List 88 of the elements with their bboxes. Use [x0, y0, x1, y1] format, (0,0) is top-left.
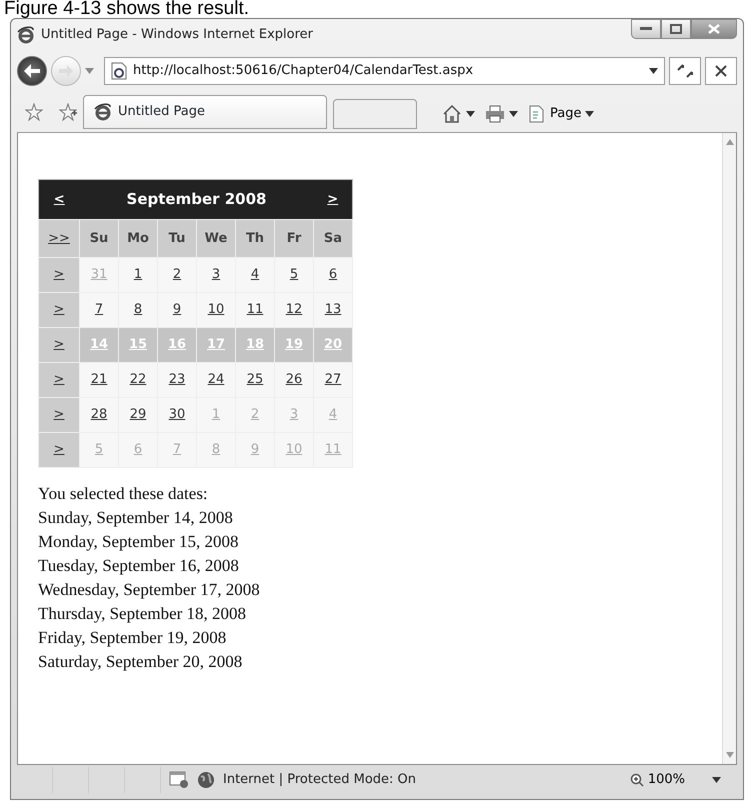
- printer-icon: [485, 105, 505, 123]
- browser-logo-icon: [94, 103, 112, 121]
- close-button[interactable]: [691, 19, 737, 39]
- add-favorite-icon[interactable]: [59, 103, 77, 121]
- selected-date-text: Thursday, September 18, 2008: [38, 603, 246, 625]
- back-button[interactable]: [17, 56, 47, 86]
- close-icon: [708, 24, 720, 34]
- magnifier-icon: [630, 773, 644, 787]
- browser-tab[interactable]: Untitled Page: [83, 95, 327, 129]
- maximize-button[interactable]: [661, 19, 691, 39]
- calendar-day[interactable]: 27: [314, 362, 352, 398]
- select-week-link[interactable]: >: [38, 432, 80, 468]
- forward-arrow-icon: [59, 65, 73, 77]
- scroll-up-icon[interactable]: [726, 139, 734, 145]
- calendar-day[interactable]: 6: [314, 258, 352, 292]
- day-name-header: Fr: [274, 220, 314, 258]
- select-month-link[interactable]: >>: [38, 220, 80, 258]
- page-icon: [528, 105, 546, 123]
- calendar-day[interactable]: 12: [274, 292, 314, 328]
- calendar-day[interactable]: 13: [314, 292, 352, 328]
- calendar-day[interactable]: 7: [80, 292, 118, 328]
- result-heading: You selected these dates:: [38, 483, 208, 505]
- selected-date-text: Saturday, September 20, 2008: [38, 651, 242, 673]
- caret-icon: [509, 111, 518, 117]
- day-name-header: We: [196, 220, 236, 258]
- caret-icon: [466, 111, 475, 117]
- calendar-day[interactable]: 1: [118, 258, 158, 292]
- selected-date-text: Monday, September 15, 2008: [38, 531, 239, 553]
- calendar-day[interactable]: 5: [274, 258, 314, 292]
- security-zone-text: Internet | Protected Mode: On: [223, 771, 416, 790]
- calendar-day[interactable]: 2: [158, 258, 196, 292]
- stop-button[interactable]: [705, 57, 737, 85]
- day-name-header: Su: [80, 220, 118, 258]
- address-field[interactable]: http://localhost:50616/Chapter04/CalendarTest.aspx: [133, 61, 643, 81]
- selected-date-text: Friday, September 19, 2008: [38, 627, 226, 649]
- calendar-day[interactable]: 11: [236, 292, 274, 328]
- page-icon: [111, 62, 127, 80]
- next-month-link[interactable]: >: [314, 180, 352, 220]
- minimize-button[interactable]: [631, 19, 661, 39]
- refresh-button[interactable]: [669, 57, 701, 85]
- day-name-header: Sa: [314, 220, 352, 258]
- day-name-header: Mo: [118, 220, 158, 258]
- back-arrow-icon: [24, 64, 40, 78]
- calendar-day[interactable]: 10: [196, 292, 236, 328]
- selected-date-text: Wednesday, September 17, 2008: [38, 579, 260, 601]
- calendar-day[interactable]: 28: [80, 398, 118, 432]
- previous-month-link[interactable]: <: [38, 180, 80, 220]
- calendar-day[interactable]: 8: [118, 292, 158, 328]
- page-menu[interactable]: Page: [525, 99, 598, 129]
- calendar-day[interactable]: 29: [118, 398, 158, 432]
- selected-date-text: Sunday, September 14, 2008: [38, 507, 233, 529]
- globe-icon: [197, 771, 215, 789]
- maximize-icon: [670, 24, 682, 34]
- day-name-header: Tu: [158, 220, 196, 258]
- calendar-title: September 2008: [80, 180, 314, 220]
- select-week-link[interactable]: >: [38, 328, 80, 362]
- selected-date-text: Tuesday, September 16, 2008: [38, 555, 239, 577]
- calendar-day[interactable]: 22: [118, 362, 158, 398]
- calendar-day[interactable]: 30: [158, 398, 196, 432]
- calendar-day[interactable]: 24: [196, 362, 236, 398]
- address-bar[interactable]: http://localhost:50616/Chapter04/CalendarTest.aspx: [104, 57, 665, 85]
- select-week-link[interactable]: >: [38, 292, 80, 328]
- select-week-link[interactable]: >: [38, 362, 80, 398]
- scrollbar[interactable]: [722, 133, 736, 764]
- home-icon: [442, 105, 462, 123]
- select-week-link[interactable]: >: [38, 258, 80, 292]
- window-title: Untitled Page - Windows Internet Explorer: [41, 26, 314, 44]
- refresh-icon: [677, 64, 693, 78]
- select-week-link[interactable]: >: [38, 398, 80, 432]
- caption-text: Figure 4-13 shows the result.: [3, 0, 250, 18]
- scroll-down-icon[interactable]: [726, 752, 734, 758]
- caret-icon: [585, 111, 594, 117]
- day-name-header: Th: [236, 220, 274, 258]
- caret-icon[interactable]: [649, 68, 658, 74]
- zoom-button[interactable]: 100%: [626, 765, 688, 795]
- popup-blocker-icon[interactable]: [169, 771, 189, 789]
- browser-logo-icon: [17, 26, 35, 44]
- calendar-day[interactable]: 3: [196, 258, 236, 292]
- favorites-star-icon[interactable]: [25, 103, 43, 121]
- minimize-icon: [640, 27, 652, 31]
- calendar-day[interactable]: 26: [274, 362, 314, 398]
- calendar-day[interactable]: 25: [236, 362, 274, 398]
- calendar-day[interactable]: 4: [236, 258, 274, 292]
- calendar-day[interactable]: 9: [158, 292, 196, 328]
- caret-icon[interactable]: [712, 777, 721, 783]
- calendar-day[interactable]: 21: [80, 362, 118, 398]
- calendar-day[interactable]: 23: [158, 362, 196, 398]
- stop-icon: [715, 65, 727, 77]
